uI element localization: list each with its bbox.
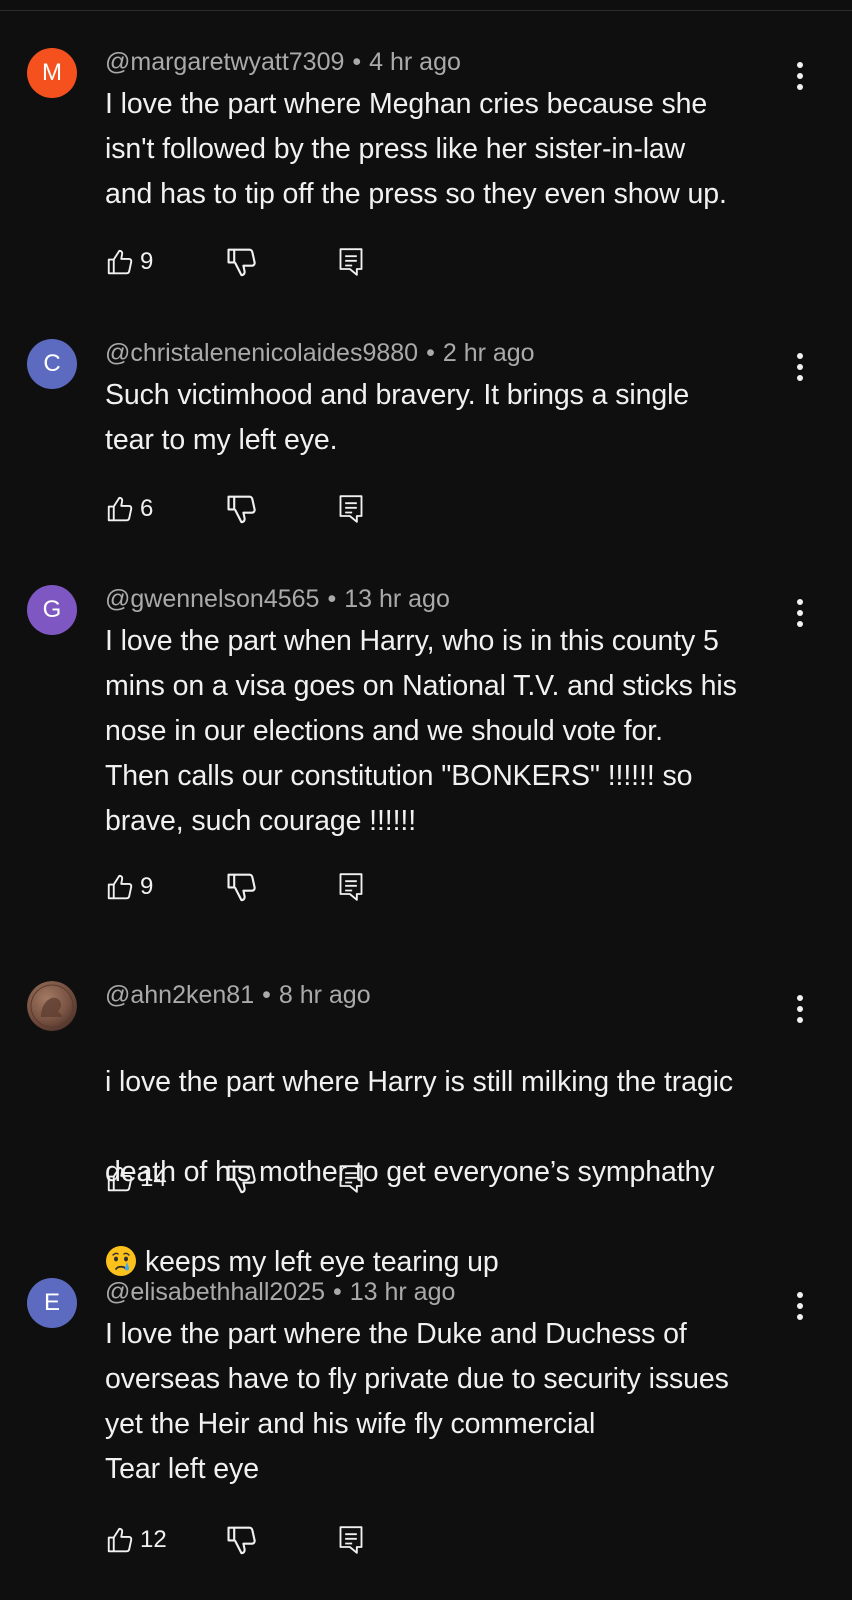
dislike-button[interactable] <box>225 491 261 527</box>
comment-author[interactable]: @elisabethhall2025 <box>105 1278 325 1306</box>
comment-time: 8 hr ago <box>278 981 371 1009</box>
reply-button[interactable] <box>337 871 367 905</box>
dislike-button[interactable] <box>225 244 261 280</box>
like-button[interactable]: 6 <box>105 491 153 527</box>
comment-text-line: keeps my left eye tearing up <box>145 1246 499 1278</box>
comment-time: 13 hr ago <box>344 585 450 613</box>
like-button[interactable]: 9 <box>105 244 153 280</box>
reply-button[interactable] <box>337 246 367 280</box>
like-count: 9 <box>140 873 154 900</box>
comment-actions: 14 <box>105 1161 405 1197</box>
like-count: 6 <box>140 495 154 522</box>
comment-text: Such victimhood and bravery. It brings a… <box>105 379 690 456</box>
like-count: 9 <box>140 248 154 275</box>
meta-separator: • <box>332 1278 342 1306</box>
like-count: 12 <box>140 1526 167 1553</box>
reply-icon <box>339 495 363 523</box>
meta-separator: • <box>262 981 271 1009</box>
reply-icon <box>339 873 363 901</box>
reply-icon <box>339 248 363 276</box>
avatar[interactable]: G <box>27 585 77 635</box>
reply-button[interactable] <box>337 1163 367 1197</box>
comment-text: I love the part where the Duke and Duche… <box>105 1318 729 1485</box>
avatar[interactable]: C <box>27 339 77 389</box>
comment-text: I love the part when Harry, who is in th… <box>105 625 737 837</box>
thumbs-down-icon <box>227 873 256 902</box>
comment-actions: 9 <box>105 869 405 905</box>
comment-author[interactable]: @christalenenicolaides9880 <box>105 339 418 367</box>
reply-button[interactable] <box>337 1524 367 1558</box>
meta-separator: • <box>327 585 337 613</box>
thumbs-down-icon <box>227 1165 256 1194</box>
like-count: 14 <box>140 1165 167 1192</box>
avatar[interactable] <box>27 981 77 1031</box>
comment-time: 2 hr ago <box>442 339 535 367</box>
comment-author[interactable]: @margaretwyatt7309 <box>105 48 344 76</box>
like-button[interactable]: 12 <box>105 1522 167 1558</box>
dislike-button[interactable] <box>225 1522 261 1558</box>
dislike-button[interactable] <box>225 869 261 905</box>
reply-button[interactable] <box>337 493 367 527</box>
reply-icon <box>339 1526 363 1554</box>
crying-face-emoji <box>106 1246 136 1276</box>
thumbs-down-icon <box>227 495 256 524</box>
meta-separator: • <box>426 339 435 367</box>
thumbs-up-icon <box>107 249 133 275</box>
comment-time: 4 hr ago <box>369 48 461 76</box>
top-divider <box>0 10 852 11</box>
thumbs-down-icon <box>227 1526 256 1555</box>
avatar[interactable]: M <box>27 48 77 98</box>
comment-meta: @margaretwyatt7309 • 4 hr ago <box>105 48 461 76</box>
comment-meta: @elisabethhall2025 • 13 hr ago <box>105 1278 455 1306</box>
comment-actions: 6 <box>105 491 405 527</box>
comment-author[interactable]: @ahn2ken81 <box>105 981 254 1009</box>
thumbs-up-icon <box>107 496 133 522</box>
meta-separator: • <box>352 48 362 76</box>
thumbs-up-icon <box>107 1166 133 1192</box>
like-button[interactable]: 14 <box>105 1161 167 1197</box>
comment-meta: @christalenenicolaides9880 • 2 hr ago <box>105 339 535 367</box>
like-button[interactable]: 9 <box>105 869 153 905</box>
thumbs-up-icon <box>107 1527 133 1553</box>
comment-text-line: i love the part where Harry is still mil… <box>105 1066 734 1098</box>
thumbs-down-icon <box>227 248 256 277</box>
comment-time: 13 hr ago <box>349 1278 456 1306</box>
comment-meta: @gwennelson4565 • 13 hr ago <box>105 585 450 613</box>
comment-actions: 12 <box>105 1522 405 1558</box>
comment-text: I love the part where Meghan cries becau… <box>105 88 727 210</box>
comment-meta: @ahn2ken81 • 8 hr ago <box>105 981 371 1009</box>
comment-author[interactable]: @gwennelson4565 <box>105 585 319 613</box>
reply-icon <box>339 1165 363 1193</box>
penny-coin-avatar <box>27 981 77 1031</box>
comment-actions: 9 <box>105 244 405 280</box>
avatar[interactable]: E <box>27 1278 77 1328</box>
thumbs-up-icon <box>107 874 133 900</box>
comment-text: i love the part where Harry is still mil… <box>105 1015 805 1285</box>
dislike-button[interactable] <box>225 1161 261 1197</box>
